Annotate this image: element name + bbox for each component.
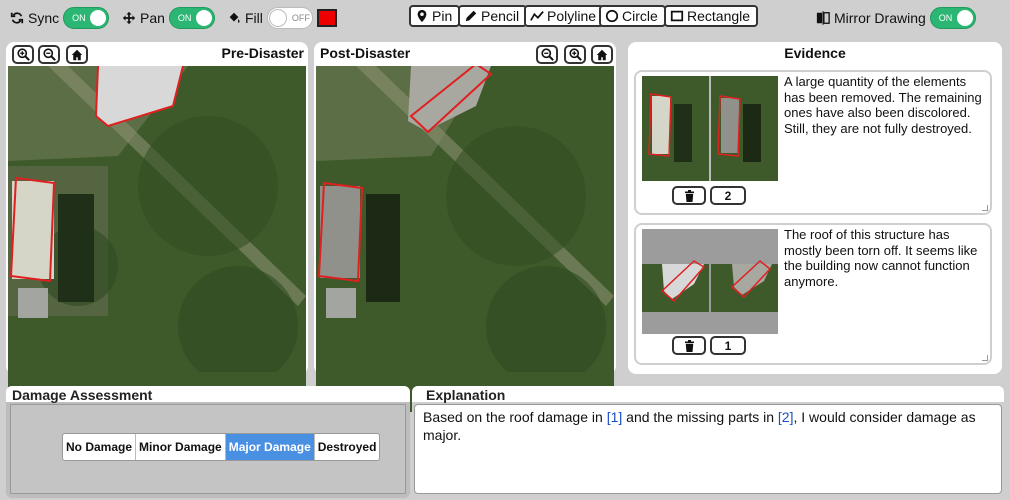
damage-assessment-panel: Damage Assessment No Damage Minor Damage… xyxy=(6,386,410,498)
citation-link[interactable]: [1] xyxy=(607,409,623,425)
sync-label: Sync xyxy=(28,10,60,26)
circle-icon xyxy=(605,9,619,23)
pre-home-button[interactable] xyxy=(66,45,88,64)
pin-tool-label: Pin xyxy=(432,8,453,24)
pan-control: Pan ON xyxy=(122,6,215,30)
option-no-damage[interactable]: No Damage xyxy=(63,434,137,460)
trash-icon xyxy=(684,189,694,202)
zoom-in-icon xyxy=(568,48,582,61)
pencil-tool-button[interactable]: Pencil xyxy=(458,5,528,27)
post-disaster-satellite xyxy=(316,66,614,386)
citation-link[interactable]: [2] xyxy=(778,409,794,425)
trash-icon xyxy=(684,339,694,352)
post-home-button[interactable] xyxy=(591,45,613,64)
evidence-thumbnail-image xyxy=(642,229,778,334)
circle-tool-label: Circle xyxy=(622,8,658,24)
explanation-text-part: Based on the roof damage in xyxy=(423,409,607,425)
post-zoom-out-button[interactable] xyxy=(536,45,558,64)
home-icon xyxy=(596,49,608,60)
pre-disaster-panel: Pre-Disaster xyxy=(6,42,308,412)
sync-icon xyxy=(10,12,24,24)
evidence-panel: Evidence A large quantity of the element… xyxy=(628,42,1002,374)
delete-evidence-button[interactable] xyxy=(672,186,706,205)
resize-handle-icon[interactable] xyxy=(982,205,988,211)
damage-level-selector: No Damage Minor Damage Major Damage Dest… xyxy=(62,433,381,461)
sync-toggle[interactable]: ON xyxy=(63,7,110,29)
evidence-description[interactable]: A large quantity of the elements has bee… xyxy=(784,74,990,136)
home-icon xyxy=(71,49,83,60)
zoom-out-icon xyxy=(540,48,554,61)
mirror-drawing-toggle[interactable]: ON xyxy=(929,7,976,29)
post-disaster-image[interactable] xyxy=(316,66,614,412)
fill-label: Fill xyxy=(245,10,263,26)
fill-control: Fill OFF xyxy=(227,6,337,30)
fill-toggle[interactable]: OFF xyxy=(266,7,313,29)
sync-toggle-state: ON xyxy=(72,13,86,23)
evidence-item: The roof of this structure has mostly be… xyxy=(634,223,992,365)
pre-zoom-out-button[interactable] xyxy=(38,45,60,64)
post-disaster-title: Post-Disaster xyxy=(320,45,411,61)
pre-disaster-satellite xyxy=(8,66,306,386)
rectangle-tool-button[interactable]: Rectangle xyxy=(664,5,759,27)
option-major-damage[interactable]: Major Damage xyxy=(225,434,315,460)
toolbar: Sync ON Pan ON Fill OFF Pin Pencil Polyl… xyxy=(0,0,1010,36)
option-destroyed[interactable]: Destroyed xyxy=(315,434,380,460)
evidence-number-button[interactable]: 1 xyxy=(710,336,746,355)
post-zoom-in-button[interactable] xyxy=(564,45,586,64)
evidence-description[interactable]: The roof of this structure has mostly be… xyxy=(784,227,990,289)
paint-bucket-icon xyxy=(229,12,240,23)
pre-zoom-in-button[interactable] xyxy=(12,45,34,64)
option-minor-damage[interactable]: Minor Damage xyxy=(136,434,226,460)
pan-toggle[interactable]: ON xyxy=(168,7,215,29)
fill-toggle-state: OFF xyxy=(291,13,310,23)
resize-handle-icon[interactable] xyxy=(982,355,988,361)
mirror-icon xyxy=(816,11,830,25)
delete-evidence-button[interactable] xyxy=(672,336,706,355)
move-icon xyxy=(122,11,136,25)
pan-toggle-state: ON xyxy=(177,13,192,23)
explanation-title: Explanation xyxy=(426,387,506,403)
circle-tool-button[interactable]: Circle xyxy=(599,5,666,27)
zoom-in-icon xyxy=(16,48,30,61)
pencil-tool-label: Pencil xyxy=(481,8,520,24)
pre-disaster-image[interactable] xyxy=(8,66,306,412)
evidence-item: A large quantity of the elements has bee… xyxy=(634,70,992,215)
pin-tool-button[interactable]: Pin xyxy=(409,5,461,27)
mirror-toggle-state: ON xyxy=(938,13,953,23)
explanation-text-part: and the missing parts in xyxy=(622,409,778,425)
polyline-tool-label: Polyline xyxy=(547,8,597,24)
polyline-tool-button[interactable]: Polyline xyxy=(524,5,605,27)
mirror-drawing-control: Mirror Drawing ON xyxy=(816,6,976,30)
rectangle-tool-label: Rectangle xyxy=(687,8,751,24)
zoom-out-icon xyxy=(42,48,56,61)
mirror-drawing-label: Mirror Drawing xyxy=(834,10,926,26)
polyline-icon xyxy=(530,11,544,21)
explanation-panel: Explanation Based on the roof damage in … xyxy=(412,386,1004,498)
explanation-textarea[interactable]: Based on the roof damage in [1] and the … xyxy=(414,404,1002,494)
pencil-icon xyxy=(465,10,477,22)
post-disaster-panel: Post-Disaster xyxy=(314,42,616,412)
damage-assessment-title: Damage Assessment xyxy=(12,387,153,403)
pan-label: Pan xyxy=(140,10,165,26)
pin-icon xyxy=(417,9,427,23)
pre-disaster-title: Pre-Disaster xyxy=(221,45,305,61)
evidence-thumbnail[interactable] xyxy=(642,229,778,334)
evidence-number-button[interactable]: 2 xyxy=(710,186,746,205)
evidence-title: Evidence xyxy=(784,45,846,61)
fill-color-swatch[interactable] xyxy=(316,9,337,27)
rectangle-icon xyxy=(670,10,684,22)
evidence-thumbnail-image xyxy=(642,76,778,181)
evidence-thumbnail[interactable] xyxy=(642,76,778,181)
sync-control: Sync ON xyxy=(10,6,110,30)
